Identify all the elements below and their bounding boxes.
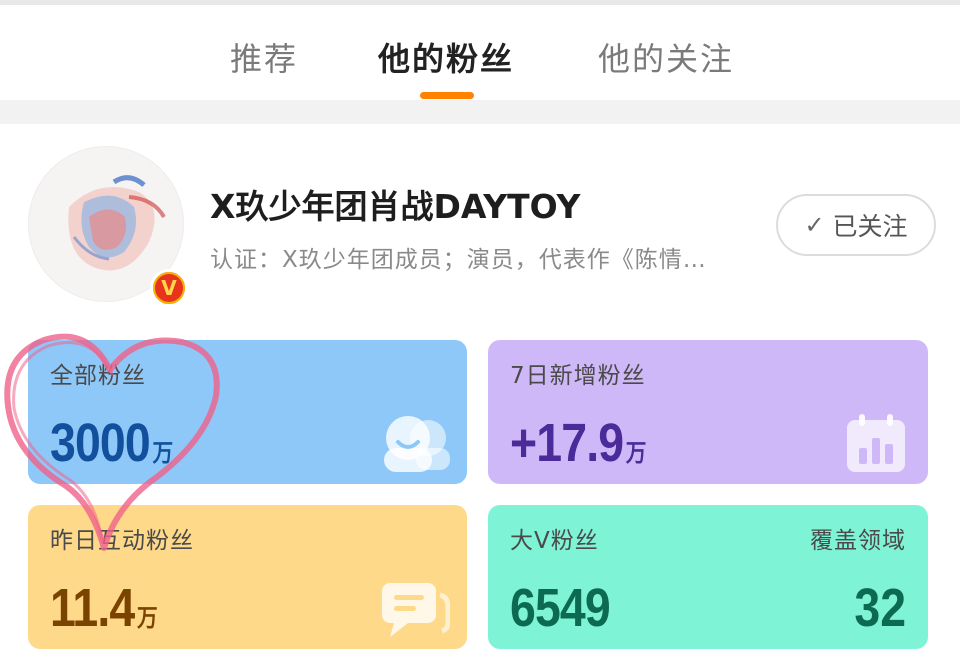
coverage-value: 32	[854, 578, 906, 638]
stat-value: 11.4 万	[50, 577, 158, 639]
fans-faces-icon	[384, 416, 450, 472]
stat-label: 昨日互动粉丝	[50, 528, 194, 554]
followed-button[interactable]: ✓ 已关注	[776, 194, 936, 256]
stat-label: 大V粉丝	[510, 528, 599, 554]
top-edge	[0, 0, 960, 5]
followed-button-label: 已关注	[832, 212, 908, 241]
profile-name: X玖少年团肖战DAYTOY	[210, 187, 581, 226]
stat-unit: 万	[625, 440, 647, 467]
section-divider	[0, 100, 960, 124]
tab-recommend[interactable]: 推荐	[230, 34, 298, 80]
stat-value: 3000 万	[50, 412, 173, 474]
verified-v-icon: V	[150, 269, 188, 307]
calendar-chart-icon	[847, 414, 905, 472]
stat-unit: 万	[136, 605, 158, 632]
stat-label: 7日新增粉丝	[510, 363, 646, 389]
stat-value: 6549	[510, 578, 611, 638]
check-icon: ✓	[804, 211, 825, 239]
stat-number: 11.4	[50, 578, 135, 638]
stat-card-7day-new-fans[interactable]: 7日新增粉丝 +17.9 万	[488, 340, 928, 484]
stat-number: +17.9	[510, 413, 624, 473]
verification-text: 认证：X玖少年团成员；演员，代表作《陈情…	[210, 247, 707, 273]
tab-his-fans[interactable]: 他的粉丝	[378, 34, 514, 80]
tab-his-following[interactable]: 他的关注	[598, 34, 734, 80]
chat-bubble-icon	[382, 583, 450, 637]
stat-card-big-v-fans[interactable]: 大V粉丝 覆盖领域 6549 32	[488, 505, 928, 649]
stat-number: 3000	[50, 413, 151, 473]
tab-bar: 推荐 他的粉丝 他的关注	[0, 6, 960, 99]
stat-label: 全部粉丝	[50, 363, 146, 389]
stat-card-yesterday-interactive-fans[interactable]: 昨日互动粉丝 11.4 万	[28, 505, 467, 649]
stat-card-all-fans[interactable]: 全部粉丝 3000 万	[28, 340, 467, 484]
active-tab-indicator	[420, 92, 474, 99]
profile-header: V X玖少年团肖战DAYTOY 认证：X玖少年团成员；演员，代表作《陈情… ✓ …	[0, 124, 960, 324]
stat-unit: 万	[152, 440, 174, 467]
coverage-label: 覆盖领域	[810, 528, 906, 554]
stat-value: +17.9 万	[510, 412, 646, 474]
